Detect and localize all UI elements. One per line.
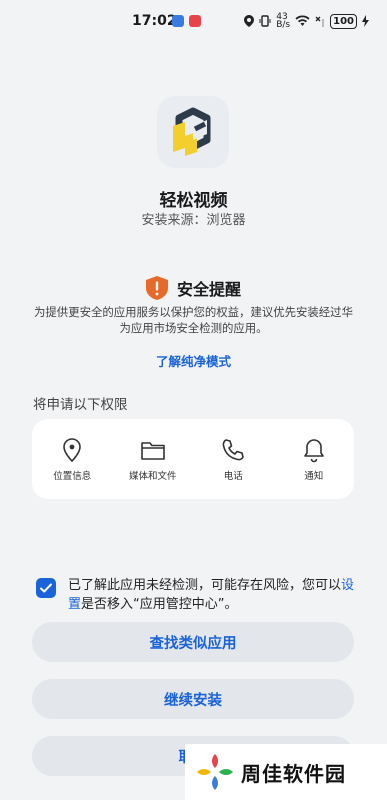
app-name: 轻松视频 — [159, 191, 228, 211]
consent-text-after: 是否移入“应用管控中心”。 — [81, 597, 238, 612]
charging-icon — [362, 15, 369, 27]
permission-phone: 电话 — [197, 437, 269, 482]
location-pin-icon — [63, 438, 82, 463]
permissions-title: 将申请以下权限 — [33, 397, 128, 413]
folder-icon — [140, 442, 165, 460]
permission-notification: 通知 — [278, 437, 350, 482]
safety-title: 安全提醒 — [176, 280, 241, 299]
consent-text-before: 已了解此应用未经检测，可能存在风险，您可以 — [68, 578, 342, 593]
watermark: 周佳软件园 — [185, 744, 387, 800]
watermark-logo-icon — [197, 754, 233, 790]
warning-shield-icon — [145, 276, 168, 300]
notification-app-icon — [189, 15, 201, 27]
status-icons: 43 B/s 100 — [244, 12, 369, 30]
signal-off-icon — [315, 16, 325, 27]
bell-icon — [303, 439, 324, 463]
permission-media-files: 媒体和文件 — [117, 437, 189, 482]
phone-icon — [222, 439, 245, 461]
watermark-text: 周佳软件园 — [241, 761, 346, 786]
permissions-card: 位置信息 媒体和文件 电话 通知 — [32, 419, 354, 499]
wifi-icon — [295, 15, 310, 26]
learn-pure-mode-link[interactable]: 了解纯净模式 — [0, 351, 387, 370]
permission-location: 位置信息 — [36, 437, 108, 482]
continue-install-button[interactable]: 继续安装 — [32, 679, 354, 719]
battery-indicator: 100 — [330, 13, 357, 29]
find-similar-apps-button[interactable]: 查找类似应用 — [32, 622, 354, 662]
app-icon — [157, 96, 229, 168]
permission-label: 位置信息 — [53, 471, 92, 482]
install-source: 安装来源：浏览器 — [0, 209, 387, 228]
network-speed: 43 B/s — [276, 12, 291, 30]
consent-text: 已了解此应用未经检测，可能存在风险，您可以设置是否移入“应用管控中心”。 — [68, 576, 356, 614]
notification-app-icon — [172, 15, 184, 27]
permission-label: 电话 — [223, 471, 243, 482]
install-source-label: 安装来源： — [141, 213, 207, 228]
app-logo-icon — [173, 107, 211, 156]
permission-label: 通知 — [304, 471, 324, 482]
location-icon — [244, 15, 255, 27]
safety-message: 为提供更安全的应用服务以保护您的权益，建议优先安装经过华为应用市场安全检测的应用… — [34, 305, 353, 335]
checkmark-icon — [40, 583, 52, 593]
permission-label: 媒体和文件 — [128, 471, 177, 482]
safety-header: 安全提醒 — [0, 276, 387, 300]
consent-row: 已了解此应用未经检测，可能存在风险，您可以设置是否移入“应用管控中心”。 — [36, 576, 356, 614]
vibrate-icon — [259, 15, 271, 27]
consent-checkbox[interactable] — [36, 578, 56, 598]
install-source-value: 浏览器 — [206, 213, 246, 228]
status-bar: 17:02 43 B/s 100 — [0, 0, 387, 44]
status-time: 17:02 — [132, 13, 177, 29]
